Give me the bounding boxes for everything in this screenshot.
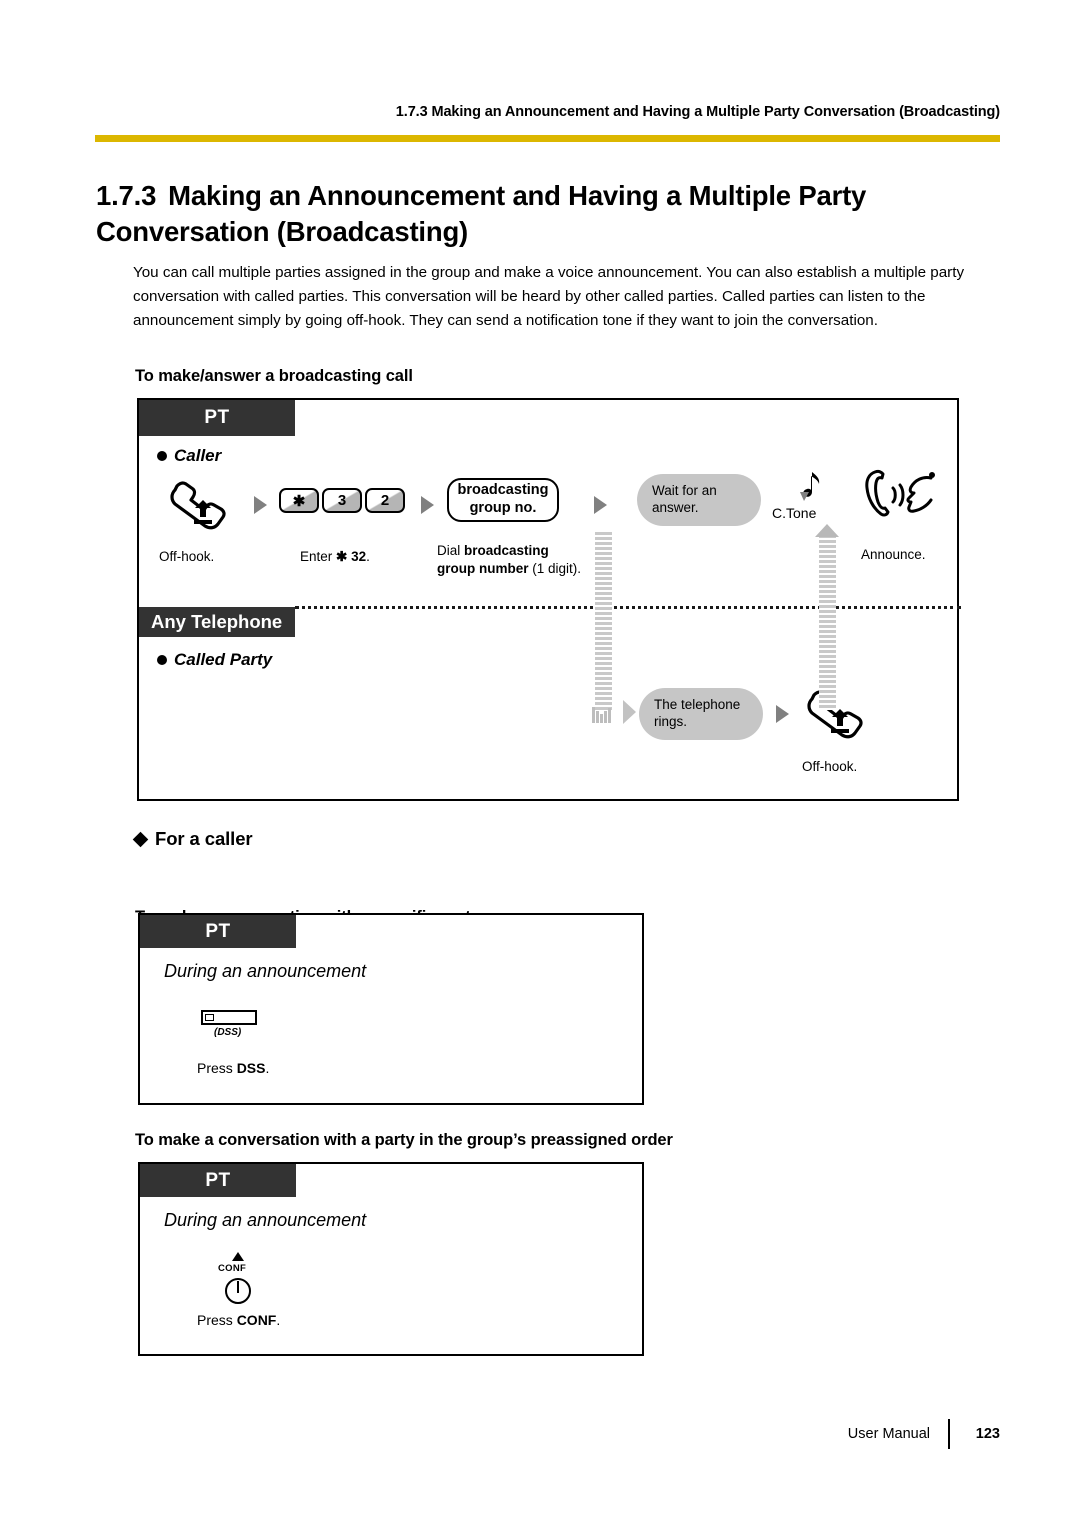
offhook-handset-icon-called: [802, 685, 878, 748]
conf-key-label: CONF: [218, 1263, 247, 1274]
bullet-icon: [157, 655, 167, 665]
wait-bubble-line-1: Wait for an: [652, 483, 717, 499]
bubble-wait-for-answer: Wait for an answer.: [637, 474, 761, 526]
group-box-line-2: group no.: [469, 500, 537, 516]
intro-paragraph: You can call multiple parties assigned i…: [133, 264, 965, 330]
page-footer: User Manual 123: [700, 1419, 1000, 1449]
dss-key-icon[interactable]: [201, 1010, 257, 1025]
pt-tag-conf: PT: [140, 1164, 296, 1197]
group-box-line-1: broadcasting: [457, 482, 549, 499]
called-party-label: Called Party: [174, 650, 273, 669]
section-divider: [295, 606, 961, 609]
dss-key-caption: (DSS): [214, 1027, 242, 1038]
header-rule: [95, 135, 1000, 142]
caption-announce: Announce.: [861, 547, 926, 562]
offhook-handset-icon-caller: [165, 476, 241, 539]
page-title: 1.7.3 Making an Announcement and Having a…: [96, 178, 986, 251]
called-party-label-row: Called Party: [157, 650, 272, 670]
signal-line-down: [595, 532, 612, 712]
conf-triangle-icon: [232, 1252, 244, 1261]
press-dss-caption: Press DSS.: [197, 1060, 270, 1076]
arrow-icon-ctone-up: [815, 524, 839, 537]
caption-enter-code: Enter ✱ 32.: [300, 549, 370, 564]
keypad-sequence: ✱ 3 2: [279, 488, 405, 513]
pt-tag-dss: PT: [140, 915, 296, 948]
broadcasting-call-diagram: PT Caller Off-hook. ✱ 3 2 Enter ✱ 32. br…: [137, 398, 961, 801]
conf-key-icon[interactable]: [225, 1278, 251, 1304]
heading-preassigned-order: To make a conversation with a party in t…: [135, 1131, 673, 1149]
label-ctone: C.Tone: [772, 505, 817, 521]
footer-page-number: 123: [975, 1426, 1000, 1442]
section-number: 1.7.3: [96, 180, 157, 211]
during-announcement-label-dss: During an announcement: [164, 961, 367, 981]
conf-diagram: PT During an announcement CONF Press CON…: [138, 1162, 644, 1356]
caller-label: Caller: [174, 446, 222, 465]
section-title-text: Making an Announcement and Having a Mult…: [96, 180, 867, 248]
bullet-icon: [157, 451, 167, 461]
key-3[interactable]: 3: [322, 488, 362, 513]
diamond-icon: [132, 831, 149, 847]
ringing-bell-icon: [592, 705, 611, 723]
bubble-telephone-rings: The telephone rings.: [639, 688, 763, 740]
dss-diagram: PT During an announcement (DSS) Press DS…: [138, 913, 644, 1105]
press-conf-caption: Press CONF.: [197, 1312, 281, 1328]
key-2[interactable]: 2: [365, 488, 405, 513]
footer-document-name: User Manual: [847, 1426, 930, 1442]
during-announcement-label-conf: During an announcement: [164, 1210, 367, 1230]
footer-divider: [948, 1419, 950, 1449]
caption-dial-group-number: Dial broadcasting group number (1 digit)…: [437, 543, 582, 577]
caption-offhook-caller: Off-hook.: [159, 549, 215, 564]
arrow-icon-1: [254, 496, 267, 514]
announce-speaking-icon: [861, 466, 939, 529]
rings-bubble-line-1: The telephone: [654, 697, 741, 713]
broadcasting-group-no-box: broadcasting group no.: [447, 478, 559, 522]
arrow-icon-3: [594, 496, 607, 514]
any-telephone-tag: Any Telephone: [139, 607, 295, 637]
ctone-line-up: [819, 535, 836, 710]
arrow-icon-2: [421, 496, 434, 514]
pt-tag-main: PT: [139, 400, 295, 436]
rings-bubble-line-2: rings.: [654, 714, 688, 729]
for-a-caller-label: For a caller: [155, 828, 253, 849]
caption-offhook-called: Off-hook.: [802, 759, 858, 774]
heading-make-answer-broadcasting-call: To make/answer a broadcasting call: [135, 367, 413, 385]
arrow-icon-4: [776, 705, 789, 723]
caller-label-row: Caller: [157, 446, 221, 466]
for-a-caller-heading: For a caller: [132, 828, 253, 850]
running-header: 1.7.3 Making an Announcement and Having …: [395, 104, 1000, 120]
wait-bubble-line-2: answer.: [652, 500, 699, 515]
key-asterisk[interactable]: ✱: [279, 488, 319, 513]
arrow-icon-ring: [623, 700, 636, 724]
